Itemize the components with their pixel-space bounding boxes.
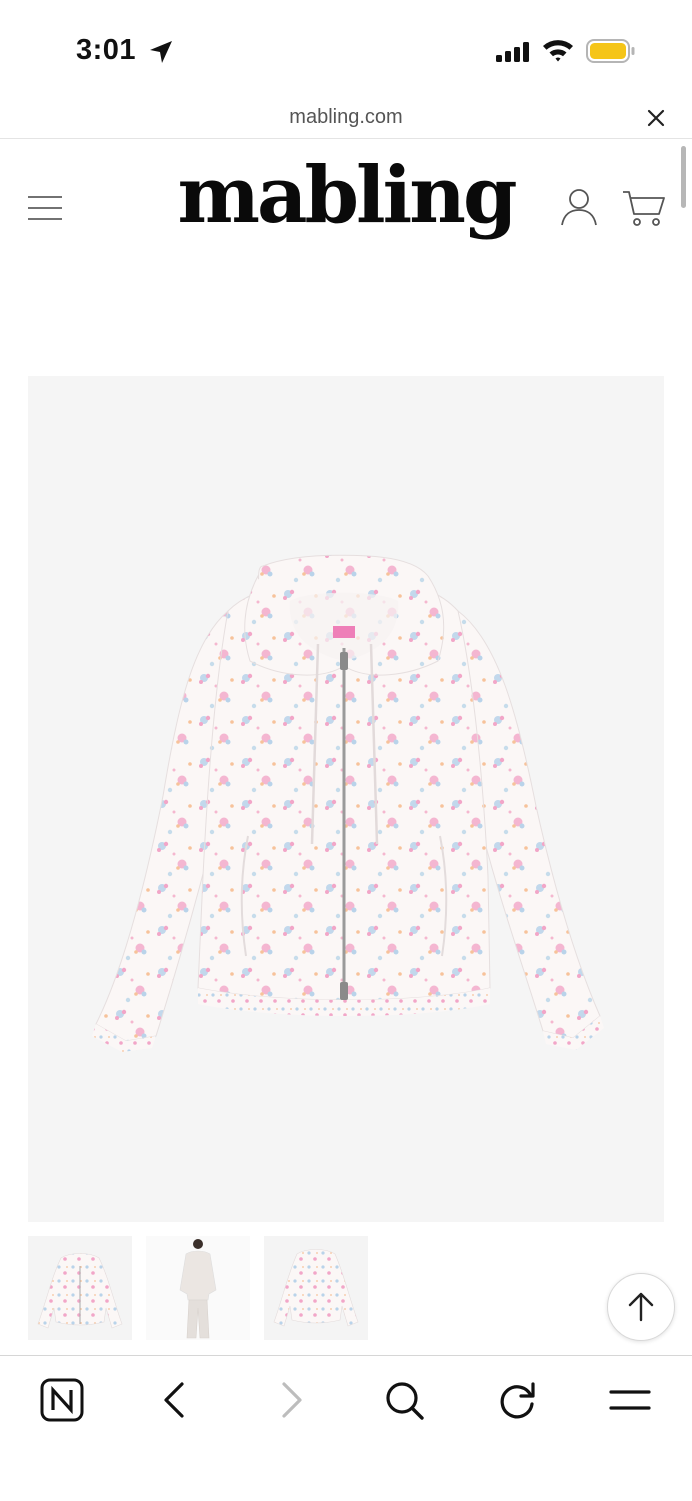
- search-icon[interactable]: [382, 1378, 426, 1422]
- thumbnail-back[interactable]: [264, 1236, 368, 1340]
- battery-icon: [586, 39, 635, 63]
- site-header: mabling: [0, 139, 692, 269]
- user-icon[interactable]: [560, 187, 598, 227]
- hoodie-back-thumb-image: [273, 1249, 359, 1327]
- status-time: 3:01: [76, 34, 137, 66]
- model-thumb-image: [179, 1239, 217, 1339]
- thumbnail-model[interactable]: [146, 1236, 250, 1340]
- hoodie-thumb-image: [37, 1253, 123, 1329]
- refresh-icon[interactable]: [496, 1378, 540, 1422]
- cellular-signal-icon: [496, 42, 529, 62]
- status-bar: 3:01: [0, 0, 692, 96]
- cart-icon[interactable]: [622, 189, 666, 229]
- browser-toolbar: [0, 1355, 692, 1501]
- url-bar[interactable]: mabling.com: [0, 96, 692, 139]
- naver-home-icon[interactable]: [40, 1378, 84, 1422]
- hoodie-illustration: [92, 554, 604, 1052]
- menu-icon[interactable]: [608, 1378, 652, 1422]
- product-main-image[interactable]: [28, 376, 664, 1222]
- url-text[interactable]: mabling.com: [0, 106, 692, 129]
- arrow-up-icon: [628, 1292, 654, 1322]
- location-arrow-icon: [150, 41, 172, 63]
- scroll-to-top-button[interactable]: [607, 1273, 675, 1341]
- wifi-icon: [543, 40, 573, 62]
- thumbnail-front[interactable]: [28, 1236, 132, 1340]
- close-icon[interactable]: [644, 106, 668, 130]
- back-icon[interactable]: [154, 1378, 198, 1422]
- forward-icon[interactable]: [268, 1378, 312, 1422]
